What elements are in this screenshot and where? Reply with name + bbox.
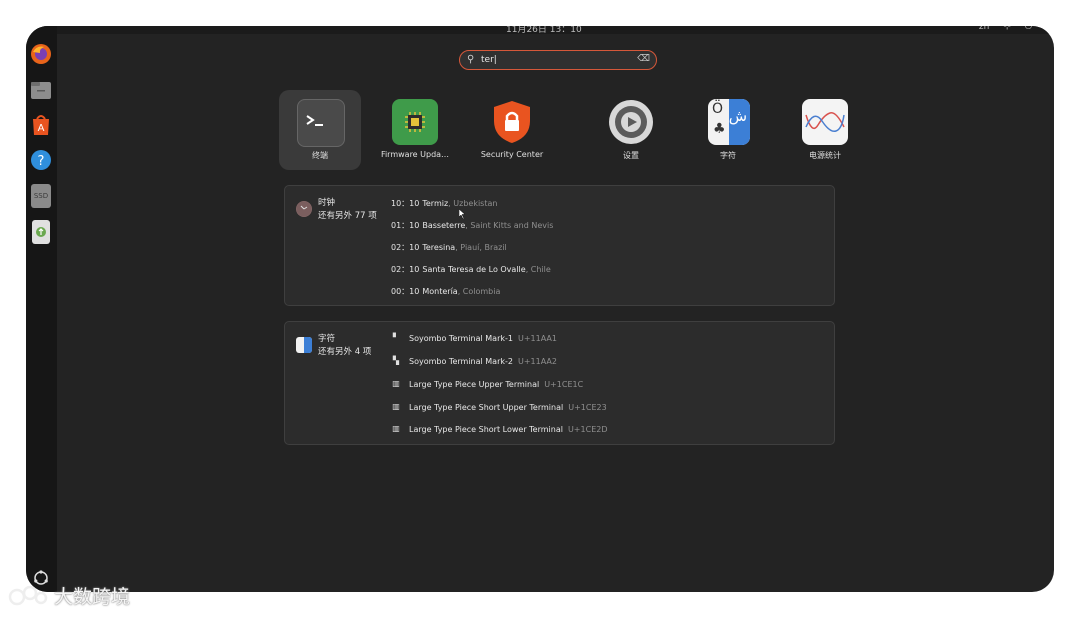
app-label: 字符 bbox=[720, 151, 736, 160]
app-results: 终端 Firmware Upda… Security Center 设置 Ö ♣ bbox=[279, 90, 848, 172]
trash-icon[interactable] bbox=[32, 220, 50, 244]
character-glyph: ▥ bbox=[392, 402, 400, 411]
system-tray[interactable]: zh ⊹ ⏻ bbox=[979, 26, 1032, 32]
app-security-center[interactable]: Security Center bbox=[471, 90, 553, 170]
chip-icon bbox=[392, 99, 438, 145]
characters-glyph-right: ش bbox=[728, 107, 747, 125]
firefox-icon[interactable] bbox=[29, 42, 53, 66]
app-label: 电源统计 bbox=[809, 151, 841, 160]
clear-search-icon[interactable]: ⌫ bbox=[637, 54, 650, 64]
characters-glyph-left: Ö bbox=[712, 101, 724, 117]
ssd-drive-icon[interactable]: SSD bbox=[31, 184, 51, 208]
characters-icon: Ö ♣ ش bbox=[708, 99, 750, 145]
search-input[interactable] bbox=[481, 53, 631, 67]
list-item[interactable]: ▥ Large Type Piece Upper Terminal U+1CE1… bbox=[391, 377, 583, 391]
list-item[interactable]: 02：10 Teresina , Piauí, Brazil bbox=[391, 240, 507, 254]
input-language-indicator[interactable]: zh bbox=[979, 26, 989, 32]
list-item[interactable]: ▥ Large Type Piece Short Lower Terminal … bbox=[391, 422, 607, 436]
clock-panel-title: 时钟 bbox=[318, 198, 336, 208]
character-glyph: ▘ bbox=[392, 333, 400, 342]
character-glyph: ▥ bbox=[392, 379, 400, 388]
svg-text:?: ? bbox=[38, 154, 45, 169]
app-power-statistics[interactable]: 电源统计 bbox=[784, 90, 866, 170]
characters-icon bbox=[296, 337, 312, 353]
app-label: 设置 bbox=[623, 151, 639, 160]
list-item[interactable]: 10：10 Termiz , Uzbekistan bbox=[391, 196, 497, 210]
search-field[interactable]: ⚲ ⌫ bbox=[459, 50, 657, 70]
power-icon[interactable]: ⏻ bbox=[1025, 26, 1032, 32]
app-settings[interactable]: 设置 bbox=[590, 90, 672, 170]
lock-shield-icon bbox=[489, 99, 535, 145]
desktop-screen: 11月26日 13：10 zh ⊹ ⏻ A ? SSD ⚲ ter| ⌫ 终端 … bbox=[26, 26, 1054, 592]
ssd-label: SSD bbox=[33, 192, 49, 200]
mouse-pointer-icon bbox=[459, 209, 466, 219]
help-icon[interactable]: ? bbox=[29, 148, 53, 172]
list-item[interactable]: 02：10 Santa Teresa de Lo Ovalle , Chile bbox=[391, 262, 551, 276]
files-icon[interactable] bbox=[29, 78, 53, 102]
watermark: 大数跨境 bbox=[8, 582, 130, 609]
list-item[interactable]: ▥ Large Type Piece Short Upper Terminal … bbox=[391, 400, 606, 414]
app-terminal[interactable]: 终端 bbox=[279, 90, 361, 170]
characters-results-panel[interactable]: 字符 还有另外 4 项 ▘ Soyombo Terminal Mark-1 U+… bbox=[284, 321, 835, 445]
character-glyph: ▚ bbox=[392, 356, 400, 365]
characters-panel-subtitle: 还有另外 4 项 bbox=[318, 347, 372, 357]
list-item[interactable]: 01：10 Basseterre , Saint Kitts and Nevis bbox=[391, 218, 553, 232]
top-bar: 11月26日 13：10 zh ⊹ ⏻ bbox=[26, 26, 1054, 35]
clock-results-panel[interactable]: 时钟 还有另外 77 项 10：10 Termiz , Uzbekistan 0… bbox=[284, 185, 835, 306]
character-glyph: ▥ bbox=[392, 424, 400, 433]
list-item[interactable]: ▘ Soyombo Terminal Mark-1 U+11AA1 bbox=[391, 331, 557, 345]
network-icon[interactable]: ⊹ bbox=[1003, 26, 1011, 32]
dock: A ? SSD bbox=[26, 26, 57, 592]
club-suit-icon: ♣ bbox=[713, 121, 726, 137]
characters-icon-blue-half bbox=[304, 337, 312, 353]
search-icon: ⚲ bbox=[467, 54, 475, 65]
app-label: Firmware Upda… bbox=[380, 150, 450, 159]
top-bar-clock[interactable]: 11月26日 13：10 bbox=[506, 26, 582, 35]
watermark-text: 大数跨境 bbox=[54, 586, 131, 608]
clock-icon bbox=[296, 201, 312, 217]
power-graph-icon bbox=[802, 99, 848, 145]
app-label: 终端 bbox=[312, 151, 328, 160]
clock-panel-subtitle: 还有另外 77 项 bbox=[318, 211, 377, 221]
app-center-icon[interactable]: A bbox=[29, 113, 53, 137]
gear-icon bbox=[608, 99, 654, 145]
list-item[interactable]: ▚ Soyombo Terminal Mark-2 U+11AA2 bbox=[391, 354, 557, 368]
watermark-logo-icon bbox=[8, 585, 48, 605]
characters-panel-title: 字符 bbox=[318, 334, 336, 344]
app-firmware-updater[interactable]: Firmware Upda… bbox=[374, 90, 456, 170]
terminal-icon bbox=[297, 99, 345, 147]
list-item[interactable]: 00：10 Montería , Colombia bbox=[391, 284, 500, 298]
app-label: Security Center bbox=[480, 150, 544, 159]
svg-text:A: A bbox=[38, 123, 45, 134]
app-characters[interactable]: Ö ♣ ش 字符 bbox=[687, 90, 769, 170]
